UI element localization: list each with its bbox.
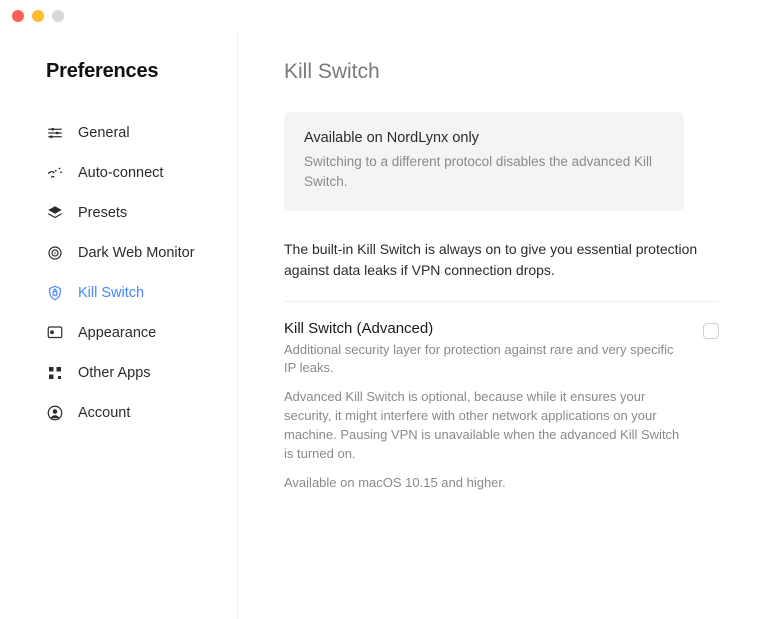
divider: [284, 301, 719, 302]
shield-lock-icon: [46, 284, 64, 302]
main-content: Kill Switch Available on NordLynx only S…: [238, 32, 759, 619]
sliders-icon: [46, 124, 64, 142]
setting-description: Advanced Kill Switch is optional, becaus…: [284, 388, 683, 463]
sidebar-item-label: Appearance: [78, 325, 156, 341]
signal-icon: [46, 164, 64, 182]
kill-switch-advanced-checkbox[interactable]: [703, 323, 719, 339]
sidebar-item-label: General: [78, 125, 130, 141]
window-minimize-button[interactable]: [32, 10, 44, 22]
sidebar-item-label: Auto-connect: [78, 165, 163, 181]
apps-grid-icon: [46, 364, 64, 382]
info-box-desc: Switching to a different protocol disabl…: [304, 152, 664, 193]
sidebar-title: Preferences: [46, 60, 213, 83]
info-box-title: Available on NordLynx only: [304, 130, 664, 146]
target-icon: [46, 244, 64, 262]
sidebar-item-label: Presets: [78, 205, 127, 221]
nav-list: General Auto-connect Presets Dark Web Mo…: [46, 113, 213, 433]
appearance-icon: [46, 324, 64, 342]
setting-title: Kill Switch (Advanced): [284, 320, 683, 337]
page-title: Kill Switch: [284, 60, 719, 84]
sidebar-item-other-apps[interactable]: Other Apps: [46, 353, 213, 393]
window-controls: [0, 0, 759, 32]
sidebar-item-kill-switch[interactable]: Kill Switch: [46, 273, 213, 313]
sidebar-item-account[interactable]: Account: [46, 393, 213, 433]
intro-text: The built-in Kill Switch is always on to…: [284, 239, 719, 281]
sidebar-item-label: Other Apps: [78, 365, 151, 381]
layers-icon: [46, 204, 64, 222]
sidebar-item-presets[interactable]: Presets: [46, 193, 213, 233]
sidebar-item-label: Kill Switch: [78, 285, 144, 301]
setting-kill-switch-advanced: Kill Switch (Advanced) Additional securi…: [284, 320, 719, 493]
sidebar-item-label: Account: [78, 405, 130, 421]
sidebar-item-auto-connect[interactable]: Auto-connect: [46, 153, 213, 193]
setting-note: Available on macOS 10.15 and higher.: [284, 474, 683, 493]
sidebar-item-dark-web-monitor[interactable]: Dark Web Monitor: [46, 233, 213, 273]
sidebar-item-appearance[interactable]: Appearance: [46, 313, 213, 353]
window-maximize-button[interactable]: [52, 10, 64, 22]
user-icon: [46, 404, 64, 422]
sidebar-item-general[interactable]: General: [46, 113, 213, 153]
window-close-button[interactable]: [12, 10, 24, 22]
sidebar-item-label: Dark Web Monitor: [78, 245, 195, 261]
info-box: Available on NordLynx only Switching to …: [284, 112, 684, 211]
sidebar: Preferences General Auto-connect Presets: [0, 32, 238, 619]
setting-subtitle: Additional security layer for protection…: [284, 341, 683, 379]
